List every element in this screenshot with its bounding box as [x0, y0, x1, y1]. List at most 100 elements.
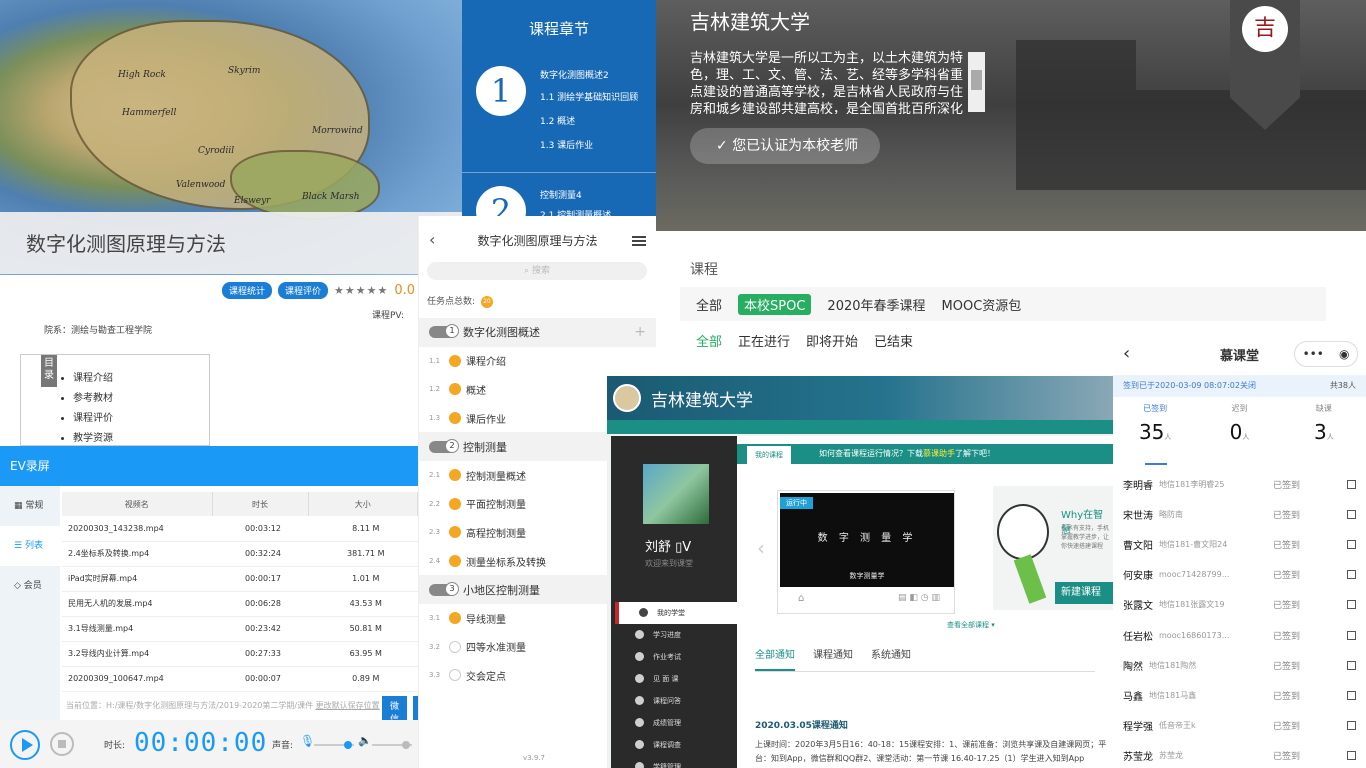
chapter-section[interactable]: 1.2 概述 — [540, 114, 575, 127]
edit-icon[interactable] — [1347, 721, 1356, 731]
table-row[interactable]: iPad实时屏幕.mp4 00:00:17 1.01 M — [62, 566, 418, 592]
tab-all-notices[interactable]: 全部通知 — [755, 646, 795, 671]
edit-icon[interactable] — [1347, 690, 1356, 700]
list-item[interactable]: 宋世涛 略防南 已签到 — [1113, 499, 1366, 529]
nav-item[interactable]: 课程调查 — [615, 734, 737, 756]
edit-icon[interactable] — [1347, 600, 1356, 610]
edit-icon[interactable] — [1347, 479, 1356, 489]
platform-sidebar: 刘舒 ▯V 欢迎来到课堂 我的学堂 学习进度 作业考试见 面 课课程问答 成绩管理 课程… — [611, 436, 737, 768]
chapter-section[interactable]: 1.3 课后作业 — [540, 138, 593, 151]
toc-item[interactable]: 参考教材 — [73, 389, 113, 404]
toc-item[interactable]: 教学资源 — [73, 429, 113, 444]
search-input[interactable]: ⌕ 搜索 — [427, 262, 647, 280]
assistant-tip: 如何查看课程运行情况？下载慕课助手了解下吧！ — [819, 444, 995, 464]
nav-item[interactable]: 课程问答 — [615, 690, 737, 712]
nav-item[interactable]: 我的学堂 — [615, 602, 737, 624]
status-upcoming[interactable]: 即将开始 — [806, 331, 858, 350]
carousel-prev-icon[interactable]: ‹ — [757, 536, 765, 560]
status-ended[interactable]: 已结束 — [874, 331, 913, 350]
stat-late[interactable]: 迟到 0人 — [1197, 403, 1281, 444]
list-item[interactable]: 李明睿 地信181李明睿25 已签到 — [1113, 469, 1366, 499]
notice-title[interactable]: 2020.03.05课程通知 — [755, 718, 848, 731]
tab-system-notices[interactable]: 系统通知 — [871, 646, 911, 671]
table-row[interactable]: 民用无人机的发展.mp4 00:06:28 43.53 M — [62, 591, 418, 617]
filter-all[interactable]: 全部 — [696, 295, 722, 314]
chapter-toggle-icon[interactable]: 1 — [429, 324, 459, 339]
speaker-volume-slider[interactable] — [372, 741, 412, 749]
list-item[interactable]: 张露文 地信181张露文19 已签到 — [1113, 590, 1366, 620]
table-row[interactable]: 20200309_100647.mp4 00:00:07 0.89 M — [62, 666, 418, 692]
mic-volume-slider[interactable] — [314, 741, 354, 749]
nav-item[interactable]: 见 面 课 — [615, 668, 737, 690]
task-count-badge: 20 — [480, 295, 493, 308]
card-tools-icon[interactable]: ▤ ◧ ◷ ▥ — [898, 593, 940, 603]
course-card[interactable]: 运行中 数 字 测 量 学 数字测量学 ⌂ ▤ ◧ ◷ ▥ — [777, 490, 955, 614]
nav-item[interactable]: 学籍管理 — [615, 756, 737, 768]
nav-item[interactable]: 成绩管理 — [615, 712, 737, 734]
edit-icon[interactable] — [1347, 509, 1356, 519]
change-path-link[interactable]: 更改默认保存位置 — [316, 701, 380, 710]
course-review-button[interactable]: 课程评价 — [278, 282, 329, 299]
edit-icon[interactable] — [1347, 630, 1356, 640]
stat-absent[interactable]: 缺课 3人 — [1282, 403, 1366, 444]
column-header[interactable]: 视频名 — [62, 492, 213, 516]
list-item[interactable]: 陶然 地信181陶然 已签到 — [1113, 650, 1366, 680]
assistant-link[interactable]: 慕课助手 — [923, 449, 955, 458]
filter-spring-2020[interactable]: 2020年春季课程 — [827, 295, 925, 314]
column-header[interactable]: 大小 — [308, 492, 418, 516]
toc-item[interactable]: 课程评价 — [73, 409, 113, 424]
list-item[interactable]: 任岩松 mooc16860173... 已签到 — [1113, 620, 1366, 650]
filter-spoc[interactable]: 本校SPOC — [738, 293, 812, 315]
stat-signed[interactable]: 已签到 35人 — [1113, 403, 1197, 444]
add-icon[interactable]: + — [634, 324, 646, 340]
speaker-icon[interactable]: 🔈 — [358, 734, 372, 747]
toc-item[interactable]: 课程介绍 — [73, 369, 113, 384]
table-row[interactable]: 20200303_143238.mp4 00:03:12 8.11 M — [62, 516, 418, 542]
list-item[interactable]: 苏莹龙 苏莹龙 已签到 — [1113, 741, 1366, 768]
edit-icon[interactable] — [1347, 570, 1356, 580]
home-icon[interactable]: ⌂ — [798, 593, 804, 604]
nav-item[interactable]: 作业考试 — [615, 646, 737, 668]
status-all[interactable]: 全部 — [696, 331, 722, 350]
chapter-section[interactable]: 1.1 测绘学基础知识回顾 — [540, 90, 638, 103]
sidebar-item-member[interactable]: ◇ 会员 — [0, 566, 60, 606]
edit-icon[interactable] — [1347, 660, 1356, 670]
list-item[interactable]: 何安康 mooc71428799... 已签到 — [1113, 560, 1366, 590]
play-icon[interactable] — [10, 730, 40, 760]
view-all-courses-link[interactable]: 查看全部课程 ▾ — [947, 620, 995, 630]
chapter-toggle-icon[interactable]: 3 — [429, 581, 459, 596]
list-item[interactable]: 马鑫 地信181马鑫 已签到 — [1113, 680, 1366, 710]
menu-icon[interactable] — [632, 236, 646, 246]
list-item[interactable]: 程学强 低音帝王k 已签到 — [1113, 711, 1366, 741]
list-item[interactable]: 曹文阳 地信181-曹文阳24 已签到 — [1113, 529, 1366, 559]
student-name: 陶然 — [1123, 661, 1143, 673]
table-row[interactable]: 2.4坐标系及转换.mp4 00:32:24 381.71 M — [62, 541, 418, 567]
tab-course-notices[interactable]: 课程通知 — [813, 646, 853, 671]
status-ongoing[interactable]: 正在进行 — [738, 331, 790, 350]
tab-my-courses[interactable]: 我的课程 — [747, 446, 791, 464]
avatar[interactable] — [643, 464, 709, 524]
checkin-status: 已签到 — [1273, 752, 1301, 763]
table-row[interactable]: 3.1导线测量.mp4 00:23:42 50.81 M — [62, 616, 418, 642]
close-target-icon[interactable]: ◉ — [1339, 347, 1349, 361]
chapter-row[interactable]: 1 数字化测图概述 + — [419, 318, 656, 347]
edit-icon[interactable] — [1347, 539, 1356, 549]
sidebar-item-list[interactable]: ☰ 列表 — [0, 526, 60, 566]
chapter-title[interactable]: 数字化测图概述2 — [540, 68, 609, 81]
sidebar-item-general[interactable]: ▦ 常规 — [0, 486, 60, 526]
stop-icon[interactable] — [50, 732, 74, 756]
edit-icon[interactable] — [1347, 751, 1356, 761]
chapter-toggle-icon[interactable]: 2 — [429, 438, 459, 453]
task-row[interactable]: 1.1 课程介绍 — [419, 347, 656, 376]
chapter-section[interactable]: 2.1 控制测量概述 — [540, 208, 611, 216]
course-stats-button[interactable]: 课程统计 — [222, 282, 273, 299]
table-row[interactable]: 3.2导线内业计算.mp4 00:27:33 63.95 M — [62, 641, 418, 667]
nav-item[interactable]: 学习进度 — [615, 624, 737, 646]
new-course-button[interactable]: 新建课程 — [1055, 582, 1113, 604]
intro-scrollbar[interactable] — [968, 52, 985, 112]
column-header[interactable]: 时长 — [212, 492, 309, 516]
microphone-icon[interactable]: 🎙 — [300, 734, 315, 748]
chapter-title[interactable]: 控制测量4 — [540, 188, 582, 201]
more-dots-icon[interactable]: ••• — [1303, 347, 1324, 361]
filter-mooc[interactable]: MOOC资源包 — [942, 295, 1022, 314]
